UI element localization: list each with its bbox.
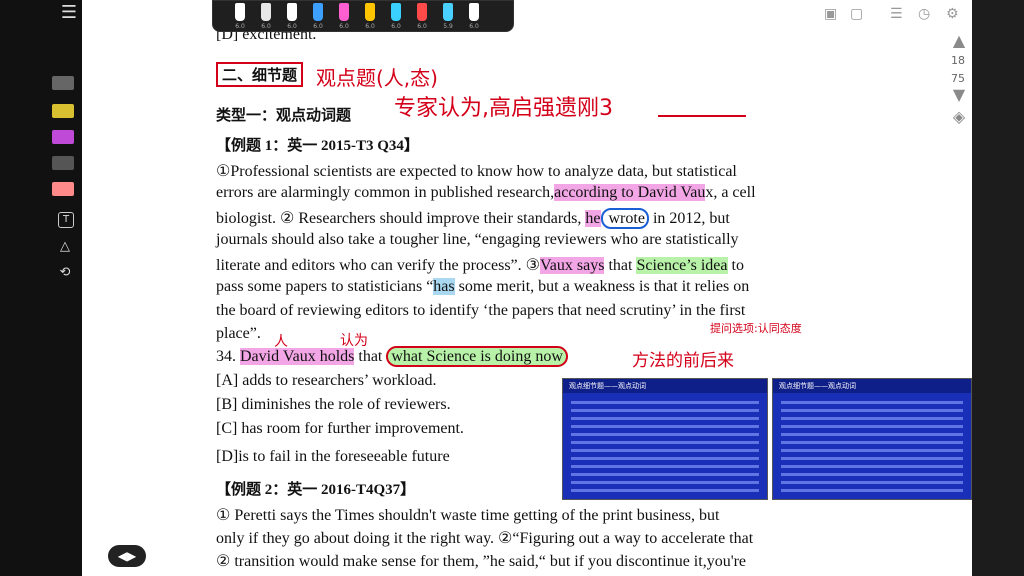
page-current: 18 [951,54,965,67]
thumb-text-line [571,433,759,436]
passage2-line3: ② transition would make sense for them, … [216,553,746,570]
layers-stack-icon[interactable]: ◈ [948,108,970,126]
passage1-line3: biologist. ② Researchers should improve … [216,208,730,229]
thumb-text-line [571,481,759,484]
ink-annotation-2: 专家认为,高启强遗刚3 [394,96,613,121]
ink-annotation-5: 方法的前后来 [632,351,734,371]
clock-icon[interactable]: ◷ [918,6,930,22]
passage1-line7: the board of reviewing editors to identi… [216,302,746,319]
thumb-text-line [571,441,759,444]
copy-icon[interactable]: ▢ [850,6,863,22]
pen-10-icon[interactable] [469,3,479,21]
layers-icon[interactable]: ▣ [824,6,837,22]
passage1-line6: pass some papers to statisticians “has s… [216,278,750,295]
thumb-text-line [781,433,963,436]
thumb-text-line [571,457,759,460]
thumb-text-line [781,449,963,452]
scroll-up-icon[interactable]: ▲ [948,32,970,50]
thumb-text-line [571,425,759,428]
pen-4-icon[interactable] [313,3,323,21]
pen-7-icon[interactable] [391,3,401,21]
ink-annotation-4: 认为 [340,333,368,349]
scroll-down-icon[interactable]: ▼ [948,86,970,104]
page-nav-pill[interactable]: ◀▶ [108,545,146,567]
shapes-tool-icon[interactable]: △ [56,238,74,256]
pen-8-icon[interactable] [417,3,427,21]
thumb-text-line [781,481,963,484]
pen-size-label: 6.0 [261,23,271,30]
top-right-icons: ▣ ▢ ☰ ◷ ⚙ [820,6,970,26]
pen-2-icon[interactable] [261,3,271,21]
pen-size-label: 5.9 [443,23,453,30]
option-a: [A] adds to researchers’ workload. [216,372,437,389]
settings-icon[interactable]: ⚙ [946,6,959,22]
pen-5-icon[interactable] [339,3,349,21]
slide-thumbnail-1[interactable]: 观点细节题——观点动词 [562,378,768,500]
pen-size-label: 6.0 [417,23,427,30]
thumb-text-line [571,401,759,404]
eraser-tool-icon[interactable] [52,76,74,90]
pen-tray: 6.0 6.0 6.0 6.0 6.0 6.0 6.0 6.0 5.9 6.0 [212,0,514,32]
ink-annotation-6: 提问选项:认同态度 [710,322,802,335]
pen-size-label: 6.0 [469,23,479,30]
passage1-line2: errors are alarmingly common in publishe… [216,184,756,201]
section-title: 二、细节题 [216,62,304,87]
ink-annotation-1: 观点题(人,态) [316,66,438,90]
passage1-line4: journals should also take a tougher line… [216,231,739,248]
passage1-line8: place”. [216,325,261,342]
pen-size-label: 6.0 [365,23,375,30]
highlighter-yellow-icon[interactable] [52,104,74,118]
passage2-line1: ① Peretti says the Times shouldn't waste… [216,507,720,524]
thumb-text-line [571,465,759,468]
list-icon[interactable]: ☰ [890,6,903,22]
option-d: [D]is to fail in the foreseeable future [216,448,450,465]
slide-thumbnail-2[interactable]: 观点细节题——观点动词 [772,378,972,500]
pen-3-icon[interactable] [287,3,297,21]
pen-gray-icon[interactable] [52,156,74,170]
thumb-text-line [781,401,963,404]
thumb-text-line [781,457,963,460]
pen-6-icon[interactable] [365,3,375,21]
left-toolbar: ☰ T △ ⟲ [0,0,82,576]
page-total: 75 [951,72,965,85]
ink-underline [658,115,746,117]
thumb-text-line [781,409,963,412]
thumb-text-line [781,425,963,428]
highlighter-purple-icon[interactable] [52,130,74,144]
example-1-title: 【例题 1：英一 2015-T3 Q34】 [216,138,419,154]
pen-size-label: 6.0 [391,23,401,30]
pen-size-label: 6.0 [287,23,297,30]
example-2-title: 【例题 2：英一 2016-T4Q37】 [216,482,416,498]
pen-size-label: 6.0 [235,23,245,30]
type-title: 类型一：观点动词题 [216,108,352,124]
option-c: [C] has room for further improvement. [216,420,464,437]
thumb-text-line [781,465,963,468]
passage2-line2: only if they go about doing it the right… [216,530,754,547]
question-34: 34. David Vaux holds that what Science i… [216,346,568,367]
menu-icon[interactable]: ☰ [60,4,78,22]
thumb-text-line [571,409,759,412]
page-scroller: ▲ 18 75 ▼ ◈ [944,30,972,130]
ink-annotation-3: 人 [274,334,288,350]
thumb-text-line [781,417,963,420]
option-b: [B] diminishes the role of reviewers. [216,396,451,413]
passage1-line5: literate and editors who can verify the … [216,257,744,274]
text-tool-icon[interactable]: T [58,212,74,228]
thumb-text-line [781,473,963,476]
thumb-text-line [571,489,759,492]
thumb-text-line [571,473,759,476]
pen-1-icon[interactable] [235,3,245,21]
pen-9-icon[interactable] [443,3,453,21]
thumb-text-line [571,417,759,420]
passage1-line1: ①Professional scientists are expected to… [216,163,737,180]
pen-size-label: 6.0 [339,23,349,30]
lasso-tool-icon[interactable]: ⟲ [56,264,74,282]
thumb-text-line [781,441,963,444]
thumb-text-line [781,489,963,492]
eraser-pink-icon[interactable] [52,182,74,196]
pen-size-label: 6.0 [313,23,323,30]
thumb-text-line [571,449,759,452]
